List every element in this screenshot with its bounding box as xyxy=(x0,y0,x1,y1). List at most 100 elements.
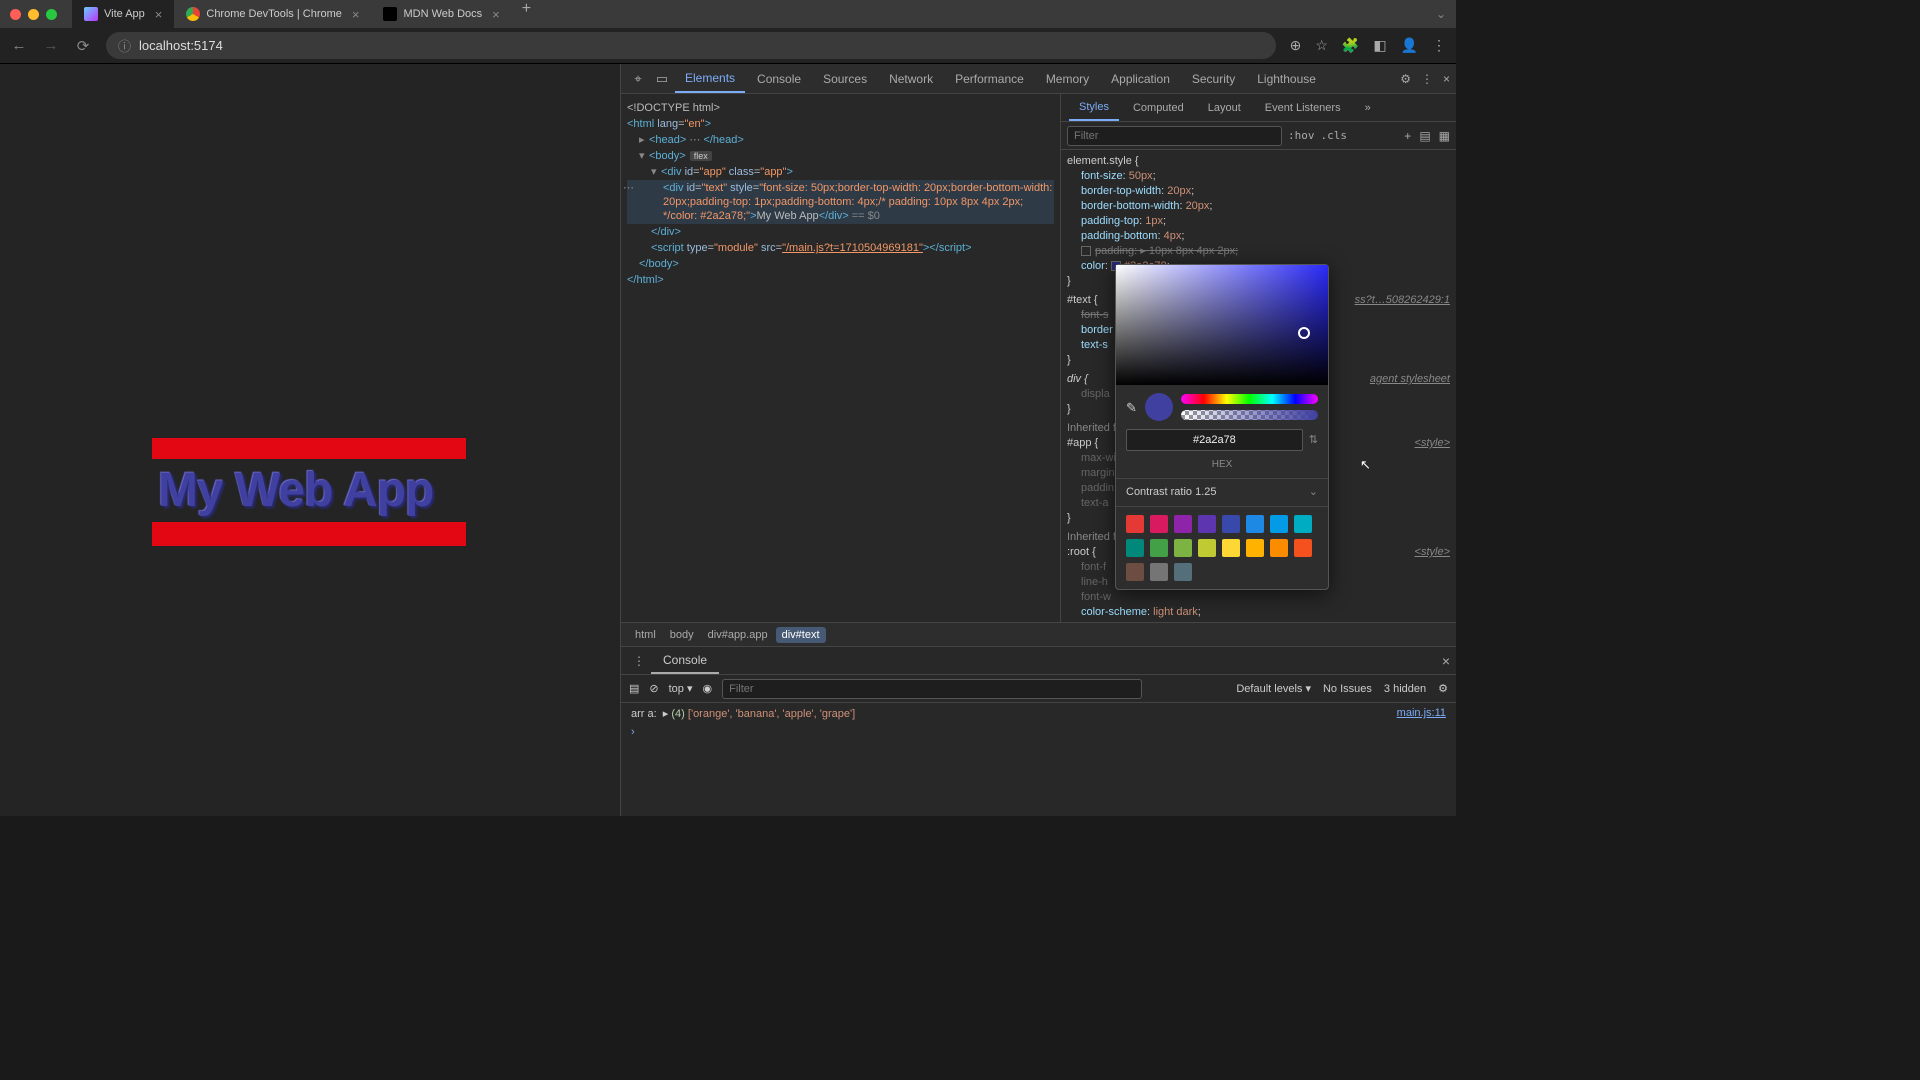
zoom-icon[interactable]: ⊕ xyxy=(1290,37,1302,54)
eyedropper-icon[interactable]: ✎ xyxy=(1126,400,1137,415)
palette-swatch[interactable] xyxy=(1270,539,1288,557)
palette-swatch[interactable] xyxy=(1150,515,1168,533)
context-selector[interactable]: top ▾ xyxy=(669,682,693,695)
subtab-event-listeners[interactable]: Event Listeners xyxy=(1255,94,1351,121)
site-info-icon[interactable]: ⓘ xyxy=(118,36,131,55)
color-picker[interactable]: ✎ ⇅ HEX Contra xyxy=(1115,264,1329,590)
palette-swatch[interactable] xyxy=(1198,539,1216,557)
tab-security[interactable]: Security xyxy=(1182,64,1245,93)
reload-button[interactable]: ⟳ xyxy=(74,37,92,55)
chevron-down-icon[interactable]: ⌄ xyxy=(1436,7,1446,21)
crumb-text[interactable]: div#text xyxy=(776,627,826,643)
console-output[interactable]: arr a: ▸ (4) ['orange', 'banana', 'apple… xyxy=(621,703,1456,816)
chevron-down-icon[interactable]: ⌄ xyxy=(1309,485,1318,500)
palette-swatch[interactable] xyxy=(1222,515,1240,533)
tab-console[interactable]: Console xyxy=(747,64,811,93)
device-toggle-icon[interactable]: ▭ xyxy=(651,71,673,87)
contrast-row[interactable]: Contrast ratio 1.25 ⌄ xyxy=(1116,478,1328,506)
palette-swatch[interactable] xyxy=(1174,515,1192,533)
close-devtools-icon[interactable]: × xyxy=(1443,72,1450,86)
crumb-body[interactable]: body xyxy=(664,627,700,643)
alpha-slider[interactable] xyxy=(1181,410,1318,420)
palette-swatch[interactable] xyxy=(1150,563,1168,581)
box-model-icon[interactable]: ▦ xyxy=(1439,129,1450,143)
hidden-messages[interactable]: 3 hidden xyxy=(1384,683,1426,695)
menu-icon[interactable]: ⋮ xyxy=(1432,37,1446,54)
subtab-styles[interactable]: Styles xyxy=(1069,94,1119,121)
new-tab-button[interactable]: + xyxy=(512,0,541,28)
log-levels-selector[interactable]: Default levels ▾ xyxy=(1236,682,1311,695)
settings-icon[interactable]: ⚙ xyxy=(1400,72,1411,86)
tab-sources[interactable]: Sources xyxy=(813,64,877,93)
dom-node[interactable]: <html xyxy=(627,118,654,130)
subtab-layout[interactable]: Layout xyxy=(1198,94,1251,121)
format-toggle-icon[interactable]: ⇅ xyxy=(1309,433,1318,448)
close-drawer-icon[interactable]: × xyxy=(1442,653,1450,669)
styles-rules[interactable]: element.style { font-size: 50px; border-… xyxy=(1061,150,1456,622)
browser-tab[interactable]: Chrome DevTools | Chrome × xyxy=(174,0,371,28)
subtab-computed[interactable]: Computed xyxy=(1123,94,1194,121)
url-field[interactable]: ⓘ localhost:5174 xyxy=(106,32,1276,59)
palette-swatch[interactable] xyxy=(1126,563,1144,581)
minimize-window-button[interactable] xyxy=(28,9,39,20)
tab-elements[interactable]: Elements xyxy=(675,64,745,93)
tab-application[interactable]: Application xyxy=(1101,64,1180,93)
palette-swatch[interactable] xyxy=(1270,515,1288,533)
more-icon[interactable]: ⋮ xyxy=(1421,72,1433,86)
hue-slider[interactable] xyxy=(1181,394,1318,404)
palette-swatch[interactable] xyxy=(1150,539,1168,557)
palette-swatch[interactable] xyxy=(1294,539,1312,557)
palette-swatch[interactable] xyxy=(1126,539,1144,557)
hov-toggle[interactable]: :hov xyxy=(1288,129,1315,142)
back-button[interactable]: ← xyxy=(10,37,28,54)
new-rule-icon[interactable]: + xyxy=(1404,129,1411,143)
close-tab-icon[interactable]: × xyxy=(492,7,500,22)
tab-lighthouse[interactable]: Lighthouse xyxy=(1247,64,1326,93)
live-expression-icon[interactable]: ◉ xyxy=(703,682,713,695)
palette-swatch[interactable] xyxy=(1246,539,1264,557)
source-link[interactable]: main.js:11 xyxy=(1397,707,1446,719)
maximize-window-button[interactable] xyxy=(46,9,57,20)
dom-node[interactable]: <!DOCTYPE html> xyxy=(627,100,1054,116)
drawer-tab-console[interactable]: Console xyxy=(651,647,719,674)
browser-tab[interactable]: MDN Web Docs × xyxy=(371,0,511,28)
palette-swatch[interactable] xyxy=(1174,563,1192,581)
hex-input[interactable] xyxy=(1126,429,1303,451)
forward-button[interactable]: → xyxy=(42,37,60,54)
crumb-app[interactable]: div#app.app xyxy=(702,627,774,643)
styles-filter-input[interactable] xyxy=(1067,126,1282,146)
issues-indicator[interactable]: No Issues xyxy=(1323,683,1372,695)
crumb-html[interactable]: html xyxy=(629,627,662,643)
bookmark-icon[interactable]: ☆ xyxy=(1315,37,1328,54)
console-filter-input[interactable] xyxy=(722,679,1142,699)
palette-swatch[interactable] xyxy=(1126,515,1144,533)
elements-tree[interactable]: <!DOCTYPE html> <html lang="en"> ▸<head>… xyxy=(621,94,1061,622)
tab-performance[interactable]: Performance xyxy=(945,64,1034,93)
browser-tab[interactable]: Vite App × xyxy=(72,0,174,28)
palette-swatch[interactable] xyxy=(1222,539,1240,557)
drawer-menu-icon[interactable]: ⋮ xyxy=(627,654,651,668)
close-tab-icon[interactable]: × xyxy=(352,7,360,22)
inspect-icon[interactable]: ⌖ xyxy=(627,71,649,87)
palette-swatch[interactable] xyxy=(1198,515,1216,533)
clear-console-icon[interactable]: ⊘ xyxy=(649,682,658,695)
dom-node-selected[interactable]: ⋯<div id="text" style="font-size: 50px;b… xyxy=(627,180,1054,224)
more-tabs-icon[interactable]: » xyxy=(1355,94,1381,121)
palette-swatch[interactable] xyxy=(1174,539,1192,557)
close-tab-icon[interactable]: × xyxy=(155,7,163,22)
close-window-button[interactable] xyxy=(10,9,21,20)
sidebar-toggle-icon[interactable]: ▤ xyxy=(629,682,639,695)
flex-editor-icon[interactable]: ▤ xyxy=(1419,129,1430,143)
prop-toggle-checkbox[interactable] xyxy=(1081,246,1091,256)
tab-memory[interactable]: Memory xyxy=(1036,64,1099,93)
palette-swatch[interactable] xyxy=(1246,515,1264,533)
flex-badge[interactable]: flex xyxy=(690,151,712,161)
palette-swatch[interactable] xyxy=(1294,515,1312,533)
color-picker-saturation[interactable] xyxy=(1116,265,1328,385)
sidepanel-icon[interactable]: ◧ xyxy=(1373,37,1386,54)
extensions-icon[interactable]: 🧩 xyxy=(1342,37,1359,54)
cls-toggle[interactable]: .cls xyxy=(1321,129,1348,142)
tab-network[interactable]: Network xyxy=(879,64,943,93)
console-settings-icon[interactable]: ⚙ xyxy=(1438,682,1448,695)
profile-icon[interactable]: 👤 xyxy=(1401,37,1418,54)
